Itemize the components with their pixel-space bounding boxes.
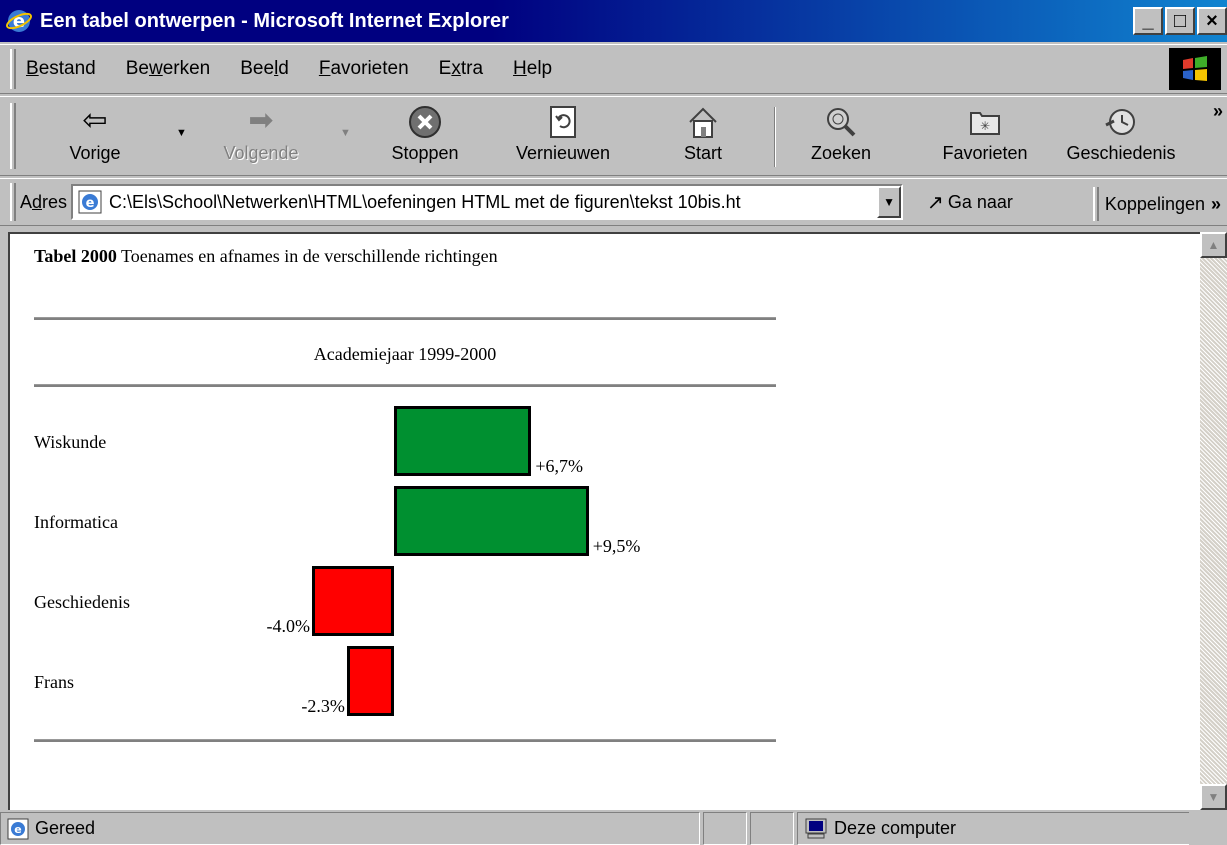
toolbar-grip-handle[interactable] (10, 103, 16, 169)
menu-bestand[interactable]: Bestand (26, 58, 96, 80)
status-bar: e Gereed Deze computer (0, 812, 1227, 845)
search-button[interactable]: Zoeken (786, 101, 896, 173)
svg-text:✳: ✳ (980, 119, 990, 133)
maximize-button[interactable]: □ (1165, 7, 1195, 35)
links-grip-handle[interactable] (1092, 187, 1099, 221)
address-label: Adres (20, 191, 68, 212)
minimize-button[interactable]: _ (1133, 7, 1163, 35)
window-controls: _ □ × (1131, 7, 1227, 35)
value-label: -2.3% (301, 696, 345, 716)
windows-logo-icon (1169, 48, 1221, 90)
address-dropdown-button[interactable]: ▼ (877, 186, 902, 218)
refresh-icon (508, 101, 618, 141)
menu-favorieten[interactable]: Favorieten (319, 58, 409, 80)
toolbar-chevron-icon[interactable]: » (1213, 101, 1223, 122)
links-toolbar[interactable]: Koppelingen » (1087, 187, 1221, 221)
bar-informatica (394, 486, 589, 556)
go-button[interactable]: ↗ Ga naar (927, 190, 1013, 215)
ie-page-icon: e (78, 190, 102, 214)
bar-frans (346, 646, 394, 716)
refresh-button[interactable]: Vernieuwen (508, 101, 618, 173)
top-rule (34, 317, 776, 320)
svg-text:e: e (14, 823, 21, 836)
window-title: Een tabel ontwerpen - Microsoft Internet… (40, 9, 509, 32)
back-arrow-icon: ⇦ (82, 104, 108, 137)
status-panel-empty-1 (703, 812, 747, 845)
status-text-panel: e Gereed (0, 812, 700, 845)
address-input[interactable]: e C:\Els\School\Netwerken\HTML\oefeninge… (71, 184, 904, 220)
stop-icon (370, 101, 480, 141)
status-panel-empty-2 (750, 812, 794, 845)
links-chevron-icon[interactable]: » (1211, 194, 1221, 215)
category-label: Geschiedenis (34, 592, 130, 612)
home-icon (648, 101, 758, 141)
svg-text:e: e (86, 196, 95, 211)
search-globe-icon (786, 101, 896, 141)
back-dropdown-arrow-icon[interactable]: ▼ (176, 127, 187, 139)
category-label: Informatica (34, 512, 118, 532)
menu-help[interactable]: Help (513, 58, 552, 80)
vertical-scrollbar[interactable]: ▲ ▼ (1200, 232, 1227, 810)
menu-bar: Bestand Bewerken Beeld Favorieten Extra … (0, 44, 1227, 94)
bar-wiskunde (394, 406, 532, 476)
address-url-text: C:\Els\School\Netwerken\HTML\oefeningen … (109, 191, 741, 212)
forward-button[interactable]: ➡ Volgende (206, 101, 316, 173)
page-viewport[interactable]: Tabel 2000 Toenames en afnames in de ver… (8, 232, 1200, 810)
history-clock-icon (1066, 101, 1176, 141)
standard-toolbar: ⇦ Vorige ▼ ➡ Volgende ▼ Stoppen Vernieuw… (0, 96, 1227, 176)
status-zone-panel: Deze computer (797, 812, 1189, 845)
links-label: Koppelingen (1104, 193, 1205, 214)
header-rule (34, 384, 776, 387)
favorites-folder-icon: ✳ (930, 101, 1040, 141)
back-button[interactable]: ⇦ Vorige (40, 101, 150, 173)
bar-geschiedenis (312, 566, 394, 636)
go-arrow-icon: ↗ (927, 191, 944, 214)
ie-page-status-icon: e (7, 818, 29, 839)
toolbar-separator (774, 107, 776, 167)
category-label: Frans (34, 672, 74, 692)
forward-arrow-icon: ➡ (248, 104, 274, 137)
history-button[interactable]: Geschiedenis (1066, 101, 1176, 173)
scroll-up-button[interactable]: ▲ (1200, 232, 1227, 258)
forward-dropdown-arrow-icon[interactable]: ▼ (340, 127, 351, 139)
address-grip-handle[interactable] (10, 183, 16, 221)
stop-button[interactable]: Stoppen (370, 101, 480, 173)
scroll-down-button[interactable]: ▼ (1200, 784, 1227, 810)
academic-year-heading: Academiejaar 1999-2000 (313, 344, 497, 364)
value-label: -4.0% (266, 616, 311, 636)
address-bar: Adres e C:\Els\School\Netwerken\HTML\oef… (0, 178, 1227, 226)
category-label: Wiskunde (34, 432, 107, 452)
value-label: +9,5% (592, 536, 641, 556)
computer-icon (805, 818, 827, 838)
menu-bewerken[interactable]: Bewerken (126, 58, 211, 80)
title-bar: e Een tabel ontwerpen - Microsoft Intern… (0, 0, 1227, 42)
menu-extra[interactable]: Extra (439, 58, 483, 80)
menu-beeld[interactable]: Beeld (240, 58, 289, 80)
home-button[interactable]: Start (648, 101, 758, 173)
ie-logo-icon: e (6, 10, 32, 32)
bottom-rule (34, 739, 776, 742)
menu-grip-handle[interactable] (10, 49, 16, 89)
close-button[interactable]: × (1197, 7, 1227, 35)
table-caption: Tabel 2000 Toenames en afnames in de ver… (34, 246, 498, 266)
favorites-button[interactable]: ✳ Favorieten (930, 101, 1040, 173)
value-label: +6,7% (535, 456, 583, 476)
